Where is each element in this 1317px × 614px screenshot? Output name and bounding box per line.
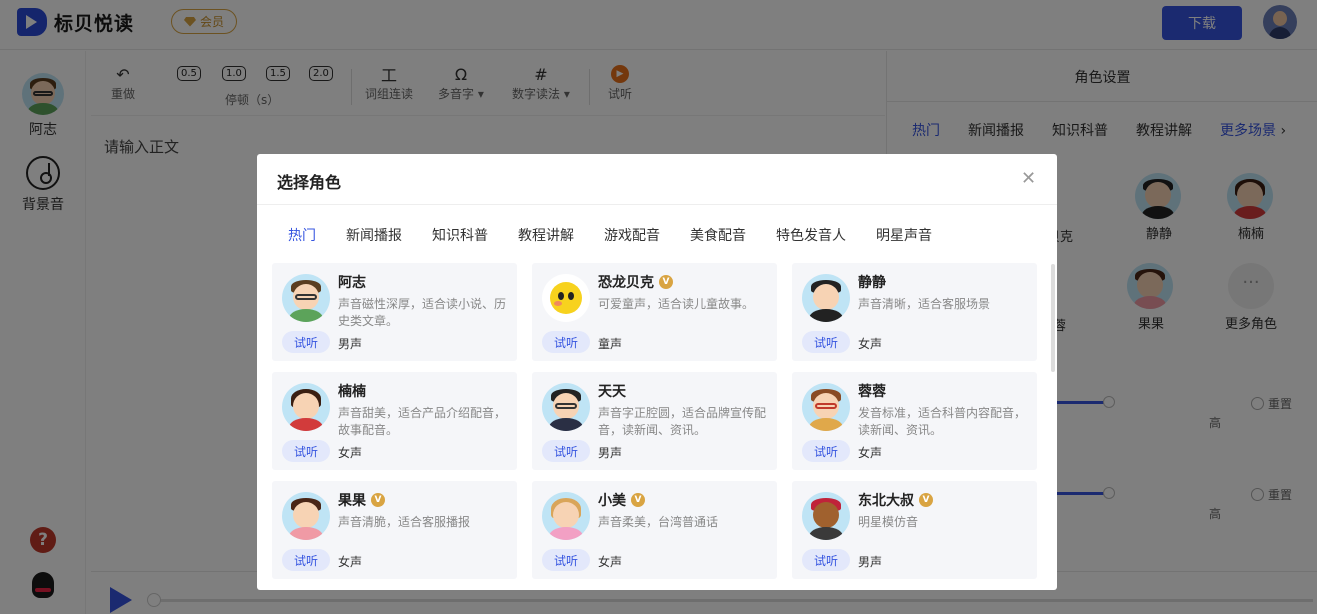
modal-tab-food[interactable]: 美食配音: [690, 225, 746, 245]
dinosaur-avatar: [542, 274, 590, 322]
voice-desc: 声音柔美，台湾普通话: [598, 515, 719, 529]
voice-avatar: [802, 274, 850, 322]
voice-desc: 声音字正腔圆，适合品牌宣传配音，读新闻、资讯。: [598, 406, 767, 437]
modal-tabs: 热门 新闻播报 知识科普 教程讲解 游戏配音 美食配音 特色发音人 明星声音: [288, 225, 962, 245]
voice-card[interactable]: 蓉蓉 发音标准，适合科普内容配音，读新闻、资讯。 试听 女声: [792, 372, 1037, 470]
voice-name: 东北大叔 V: [858, 490, 933, 510]
preview-button[interactable]: 试听: [542, 549, 590, 571]
voice-gender: 童声: [598, 337, 623, 351]
voice-desc: 明星模仿音: [858, 515, 919, 529]
modal-tab-science[interactable]: 知识科普: [432, 225, 488, 245]
voice-name: 楠楠: [338, 384, 366, 400]
voice-name: 阿志: [338, 275, 366, 291]
voice-desc: 声音清晰，适合客服场景: [858, 297, 991, 311]
voice-name: 小美 V: [598, 490, 645, 510]
voice-avatar: [802, 383, 850, 431]
preview-button[interactable]: 试听: [282, 440, 330, 462]
voice-avatar: [542, 383, 590, 431]
voice-card[interactable]: 恐龙贝克 V 可爱童声，适合读儿童故事。 试听 童声: [532, 263, 777, 361]
voice-desc: 声音清脆，适合客服播报: [338, 515, 471, 529]
voice-desc: 可爱童声，适合读儿童故事。: [598, 297, 755, 311]
voice-gender: 男声: [598, 446, 623, 460]
close-icon[interactable]: ✕: [1021, 168, 1036, 189]
voice-name: 天天: [598, 384, 626, 400]
modal-tab-hot[interactable]: 热门: [288, 225, 316, 245]
vip-icon: V: [659, 275, 673, 289]
voice-desc: 声音磁性深厚，适合读小说、历史类文章。: [338, 297, 507, 328]
voice-avatar: [802, 492, 850, 540]
modal-scrollbar[interactable]: [1051, 264, 1055, 372]
preview-button[interactable]: 试听: [282, 331, 330, 353]
divider: [257, 204, 1057, 205]
voice-avatar: [282, 383, 330, 431]
select-role-modal: 选择角色 ✕ 热门 新闻播报 知识科普 教程讲解 游戏配音 美食配音 特色发音人…: [257, 154, 1057, 590]
voice-name: 果果 V: [338, 490, 385, 510]
voice-avatar: [282, 492, 330, 540]
preview-button[interactable]: 试听: [802, 440, 850, 462]
voice-avatar: [542, 492, 590, 540]
voice-name: 恐龙贝克 V: [598, 272, 673, 292]
modal-tab-star[interactable]: 明星声音: [876, 225, 932, 245]
voice-desc: 发音标准，适合科普内容配音，读新闻、资讯。: [858, 406, 1027, 437]
vip-icon: V: [371, 493, 385, 507]
voice-gender: 女声: [858, 446, 883, 460]
voice-desc: 声音甜美，适合产品介绍配音，故事配音。: [338, 406, 507, 437]
vip-icon: V: [919, 493, 933, 507]
voice-gender: 女声: [598, 555, 623, 569]
voice-card[interactable]: 小美 V 声音柔美，台湾普通话 试听 女声: [532, 481, 777, 579]
voice-card[interactable]: 果果 V 声音清脆，适合客服播报 试听 女声: [272, 481, 517, 579]
preview-button[interactable]: 试听: [802, 331, 850, 353]
voice-card[interactable]: 阿志 声音磁性深厚，适合读小说、历史类文章。 试听 男声: [272, 263, 517, 361]
voice-card[interactable]: 楠楠 声音甜美，适合产品介绍配音，故事配音。 试听 女声: [272, 372, 517, 470]
preview-button[interactable]: 试听: [542, 440, 590, 462]
voice-gender: 男声: [338, 337, 363, 351]
modal-tab-game[interactable]: 游戏配音: [604, 225, 660, 245]
voice-gender: 男声: [858, 555, 883, 569]
voice-gender: 女声: [338, 555, 363, 569]
voice-avatar: [282, 274, 330, 322]
modal-title: 选择角色: [277, 173, 342, 192]
modal-tab-featured[interactable]: 特色发音人: [776, 225, 846, 245]
preview-button[interactable]: 试听: [802, 549, 850, 571]
voice-card[interactable]: 东北大叔 V 明星模仿音 试听 男声: [792, 481, 1037, 579]
voice-name: 静静: [858, 275, 886, 291]
voice-gender: 女声: [338, 446, 363, 460]
preview-button[interactable]: 试听: [282, 549, 330, 571]
voice-gender: 女声: [858, 337, 883, 351]
voice-card[interactable]: 静静 声音清晰，适合客服场景 试听 女声: [792, 263, 1037, 361]
modal-tab-news[interactable]: 新闻播报: [346, 225, 402, 245]
vip-icon: V: [631, 493, 645, 507]
voice-card[interactable]: 天天 声音字正腔圆，适合品牌宣传配音，读新闻、资讯。 试听 男声: [532, 372, 777, 470]
voice-name: 蓉蓉: [858, 384, 886, 400]
modal-tab-tutorial[interactable]: 教程讲解: [518, 225, 574, 245]
preview-button[interactable]: 试听: [542, 331, 590, 353]
